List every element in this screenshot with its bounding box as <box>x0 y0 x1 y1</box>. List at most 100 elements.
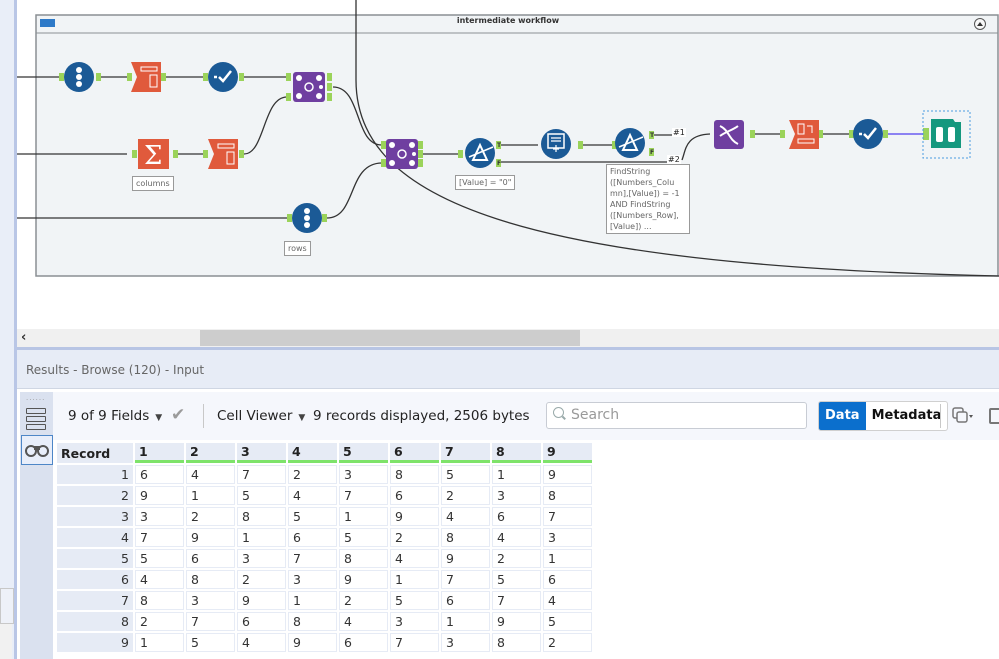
table-cell[interactable]: 6 <box>186 549 235 568</box>
table-cell[interactable]: 6 <box>237 612 286 631</box>
fields-selector[interactable]: 9 of 9 Fields ▼ <box>68 408 162 424</box>
record-id-tool[interactable] <box>64 62 94 92</box>
summarize-tool[interactable]: Σ <box>138 139 169 171</box>
table-cell[interactable]: 2 <box>339 591 388 610</box>
tab-data[interactable]: Data <box>819 402 866 430</box>
table-cell[interactable]: 9 <box>186 528 235 547</box>
table-cell[interactable]: 9 <box>339 570 388 589</box>
table-cell[interactable]: 4 <box>288 486 337 505</box>
table-cell[interactable]: 2 <box>543 633 592 652</box>
table-cell[interactable]: 8 <box>390 465 439 484</box>
table-cell[interactable]: 9 <box>135 486 184 505</box>
column-header-record[interactable]: Record <box>57 443 133 463</box>
table-row[interactable]: 8276843195 <box>57 612 592 631</box>
column-header[interactable]: 4 <box>288 443 337 463</box>
table-cell[interactable]: 3 <box>441 633 490 652</box>
table-cell[interactable]: 5 <box>288 507 337 526</box>
scroll-left-icon[interactable]: ‹ <box>21 330 26 345</box>
table-cell[interactable]: 5 <box>237 486 286 505</box>
table-cell[interactable]: 7 <box>339 486 388 505</box>
table-cell[interactable]: 1 <box>441 612 490 631</box>
rows-view-icon[interactable] <box>26 408 46 430</box>
table-cell[interactable]: 2 <box>186 507 235 526</box>
table-cell[interactable]: 3 <box>390 612 439 631</box>
table-cell[interactable]: 7 <box>237 465 286 484</box>
table-cell[interactable]: 4 <box>390 549 439 568</box>
apply-check-icon[interactable]: ✔ <box>171 405 185 425</box>
table-cell[interactable]: 1 <box>237 528 286 547</box>
grip-handle[interactable]: ...... <box>26 394 45 402</box>
record-id-tool-2[interactable] <box>292 203 322 233</box>
table-cell[interactable]: 8 <box>237 507 286 526</box>
column-header[interactable]: 8 <box>492 443 541 463</box>
table-cell[interactable]: 6 <box>339 633 388 652</box>
table-row[interactable]: 2915476238 <box>57 486 592 505</box>
table-cell[interactable]: 1 <box>135 633 184 652</box>
table-cell[interactable]: 8 <box>288 612 337 631</box>
table-cell[interactable]: 4 <box>441 507 490 526</box>
table-cell[interactable]: 2 <box>492 549 541 568</box>
column-header[interactable]: 5 <box>339 443 388 463</box>
table-cell[interactable]: 7 <box>441 570 490 589</box>
column-header[interactable]: 6 <box>390 443 439 463</box>
table-cell[interactable]: 7 <box>492 591 541 610</box>
table-cell[interactable]: 2 <box>237 570 286 589</box>
filter-tool[interactable] <box>465 138 495 168</box>
table-cell[interactable]: 8 <box>543 486 592 505</box>
table-cell[interactable]: 6 <box>390 486 439 505</box>
table-cell[interactable]: 6 <box>492 507 541 526</box>
table-cell[interactable]: 3 <box>543 528 592 547</box>
table-cell[interactable]: 6 <box>543 570 592 589</box>
table-cell[interactable]: 3 <box>186 591 235 610</box>
table-cell[interactable]: 5 <box>339 528 388 547</box>
table-cell[interactable]: 2 <box>288 465 337 484</box>
table-cell[interactable]: 7 <box>390 633 439 652</box>
table-cell[interactable]: 3 <box>288 570 337 589</box>
column-header[interactable]: 9 <box>543 443 592 463</box>
table-cell[interactable]: 7 <box>543 507 592 526</box>
table-cell[interactable]: 9 <box>288 633 337 652</box>
table-cell[interactable]: 7 <box>288 549 337 568</box>
table-cell[interactable]: 6 <box>288 528 337 547</box>
scrollbar-thumb[interactable] <box>200 330 580 346</box>
table-cell[interactable]: 7 <box>186 612 235 631</box>
table-cell[interactable]: 9 <box>390 507 439 526</box>
table-row[interactable]: 9154967382 <box>57 633 592 652</box>
table-cell[interactable]: 3 <box>492 486 541 505</box>
table-cell[interactable]: 6 <box>441 591 490 610</box>
binoculars-icon[interactable] <box>21 435 53 465</box>
table-cell[interactable]: 2 <box>390 528 439 547</box>
table-row[interactable]: 4791652843 <box>57 528 592 547</box>
save-icon[interactable] <box>989 408 999 424</box>
table-cell[interactable]: 2 <box>441 486 490 505</box>
table-cell[interactable]: 1 <box>543 549 592 568</box>
canvas-horizontal-scrollbar[interactable]: ‹ <box>17 329 999 347</box>
table-cell[interactable]: 8 <box>492 633 541 652</box>
table-cell[interactable]: 1 <box>339 507 388 526</box>
table-cell[interactable]: 5 <box>135 549 184 568</box>
search-input[interactable]: Search <box>546 402 807 429</box>
table-cell[interactable]: 9 <box>492 612 541 631</box>
table-cell[interactable]: 3 <box>339 465 388 484</box>
join-tool[interactable] <box>293 72 325 102</box>
table-cell[interactable]: 9 <box>237 591 286 610</box>
table-cell[interactable]: 2 <box>135 612 184 631</box>
column-header[interactable]: 3 <box>237 443 286 463</box>
table-cell[interactable]: 1 <box>492 465 541 484</box>
table-cell[interactable]: 7 <box>135 528 184 547</box>
table-cell[interactable]: 4 <box>135 570 184 589</box>
table-cell[interactable]: 4 <box>237 633 286 652</box>
select-tool-2[interactable] <box>853 119 883 149</box>
column-header[interactable]: 1 <box>135 443 184 463</box>
table-cell[interactable]: 9 <box>543 465 592 484</box>
table-row[interactable]: 3328519467 <box>57 507 592 526</box>
table-cell[interactable]: 4 <box>543 591 592 610</box>
table-cell[interactable]: 5 <box>492 570 541 589</box>
table-row[interactable]: 7839125674 <box>57 591 592 610</box>
table-cell[interactable]: 3 <box>135 507 184 526</box>
table-cell[interactable]: 8 <box>186 570 235 589</box>
table-row[interactable]: 5563784921 <box>57 549 592 568</box>
table-cell[interactable]: 3 <box>237 549 286 568</box>
join-tool-2[interactable] <box>386 139 418 169</box>
table-cell[interactable]: 8 <box>135 591 184 610</box>
